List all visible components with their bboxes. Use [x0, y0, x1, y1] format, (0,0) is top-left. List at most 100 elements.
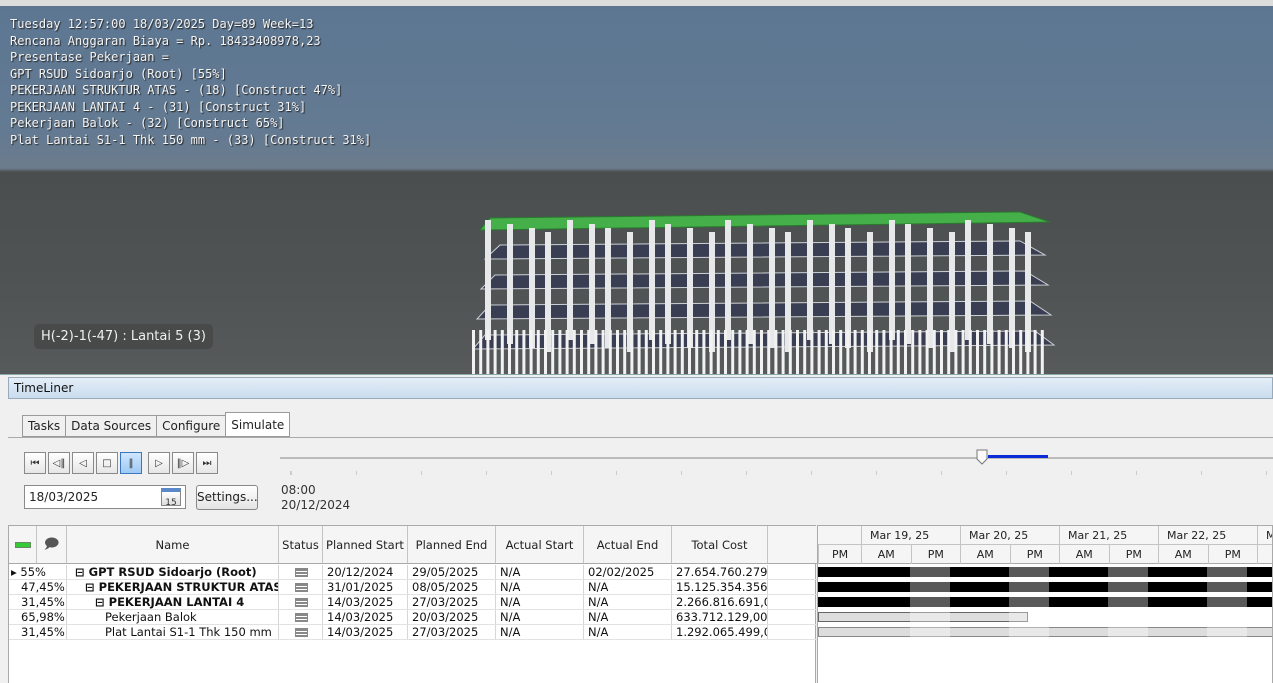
progress-column-header[interactable] — [9, 526, 37, 563]
pile — [688, 330, 691, 374]
actual-end-header[interactable]: Actual End — [584, 526, 672, 563]
play-reverse-button[interactable]: ◁ — [72, 452, 94, 474]
element-tooltip: H(-2)-1(-47) : Lantai 5 (3) — [34, 324, 213, 349]
pile — [673, 330, 677, 374]
planned-start-header[interactable]: Planned Start — [323, 526, 408, 563]
stop-button[interactable]: □ — [96, 452, 118, 474]
actual-start-header[interactable]: Actual Start — [496, 526, 584, 563]
step-forward-button[interactable]: ‖▷ — [172, 452, 194, 474]
row-actual-start: N/A — [496, 610, 584, 624]
pile — [594, 330, 598, 374]
row-total-cost: 633.712.129,00 — [672, 610, 768, 624]
gantt-halfday-label: PM — [910, 545, 961, 564]
grid-header: 🗩 Name Status Planned Start Planned End Actua… — [9, 526, 817, 564]
pile — [709, 330, 713, 374]
rewind-to-start-button[interactable]: ⏮ — [24, 452, 46, 474]
row-actual-end: N/A — [584, 610, 672, 624]
pile — [529, 330, 533, 374]
gantt-bar[interactable] — [818, 627, 1272, 637]
table-row[interactable]: 31,45% ⊟ PEKERJAAN LANTAI 4 14/03/2025 27/0… — [9, 595, 817, 610]
tab-data-sources[interactable]: Data Sources — [65, 415, 157, 437]
row-name[interactable]: ⊟ PEKERJAAN LANTAI 4 — [67, 595, 279, 609]
pile — [1012, 330, 1015, 374]
pile — [817, 330, 821, 374]
3d-viewport[interactable]: Tuesday 12:57:00 18/03/2025 Day=89 Week=… — [0, 0, 1273, 374]
pile — [752, 330, 756, 374]
tab-tasks[interactable]: Tasks — [22, 415, 66, 437]
row-actual-end: N/A — [584, 595, 672, 609]
planned-end-header[interactable]: Planned End — [408, 526, 496, 563]
row-name[interactable]: Plat Lantai S1-1 Thk 150 mm — [67, 625, 279, 639]
row-planned-start: 14/03/2025 — [323, 610, 408, 624]
pile — [738, 330, 742, 374]
pile — [716, 330, 720, 374]
tab-configure[interactable]: Configure — [156, 415, 226, 437]
start-time-label: 08:00 20/12/2024 — [281, 483, 350, 513]
table-row[interactable]: 31,45% Plat Lantai S1-1 Thk 150 mm 14/03/2… — [9, 625, 817, 640]
row-actual-start: N/A — [496, 565, 584, 579]
gantt-halfday-label: AM — [861, 545, 911, 564]
name-column-header[interactable]: Name — [67, 526, 279, 563]
status-icon — [295, 568, 308, 577]
play-button[interactable]: ▷ — [148, 452, 170, 474]
pile — [918, 330, 922, 374]
row-total-cost: 2.266.816.691,0 — [672, 595, 768, 609]
row-progress: 65,98% — [9, 610, 67, 624]
forward-to-end-button[interactable]: ⏭ — [196, 452, 218, 474]
row-planned-end: 08/05/2025 — [408, 580, 496, 594]
start-date: 20/12/2024 — [281, 498, 351, 512]
status-column-header[interactable]: Status — [279, 526, 323, 563]
pile — [896, 330, 900, 374]
row-progress: ▸ 55% — [9, 565, 67, 579]
timeline-slider-thumb-icon[interactable] — [976, 449, 988, 465]
settings-button[interactable]: Settings... — [196, 485, 258, 510]
overlay-line: PEKERJAAN STRUKTUR ATAS - (18) [Construc… — [10, 83, 343, 97]
gantt-date-header: Mar 19, 25 Mar 20, 25 Mar 21, 25 Mar 22, 25… — [818, 526, 1272, 545]
table-row[interactable]: 47,45% ⊟ PEKERJAAN STRUKTUR ATAS 31/01/202… — [9, 580, 817, 595]
pile — [788, 330, 792, 374]
table-row[interactable]: 65,98% Pekerjaan Balok 14/03/2025 20/03/202… — [9, 610, 817, 625]
pile — [695, 330, 699, 374]
gantt-bar[interactable] — [818, 567, 1272, 577]
pile — [616, 330, 619, 374]
pile — [644, 330, 648, 374]
tab-simulate[interactable]: Simulate — [225, 412, 291, 437]
date-input[interactable]: 18/03/2025 15 — [24, 485, 186, 509]
pile — [853, 330, 857, 374]
row-planned-start: 20/12/2024 — [323, 565, 408, 579]
column — [747, 224, 753, 344]
row-name[interactable]: Pekerjaan Balok — [67, 610, 279, 624]
step-back-button[interactable]: ◁‖ — [48, 452, 70, 474]
pile — [961, 330, 965, 374]
slider-ticks — [290, 471, 1270, 475]
column — [807, 220, 813, 340]
gantt-bar[interactable] — [818, 597, 1272, 607]
pile — [745, 330, 749, 374]
status-icon — [295, 628, 308, 637]
column — [965, 220, 971, 340]
gantt-bar[interactable] — [818, 582, 1272, 592]
gantt-halfday-label: PM — [1009, 545, 1060, 564]
pile — [508, 330, 511, 374]
progress-icon — [14, 541, 31, 548]
pause-button[interactable]: ‖ — [120, 452, 142, 474]
row-name[interactable]: ⊟ PEKERJAAN STRUKTUR ATAS — [67, 580, 279, 594]
table-row[interactable]: ▸ 55% ⊟ GPT RSUD Sidoarjo (Root) 20/12/202… — [9, 565, 817, 580]
pile — [832, 330, 835, 374]
calendar-icon[interactable]: 15 — [161, 488, 181, 508]
total-cost-header[interactable]: Total Cost — [672, 526, 768, 563]
gantt-bar[interactable] — [818, 612, 1028, 622]
pile — [500, 330, 504, 374]
comments-column-header[interactable]: 🗩 — [37, 526, 67, 563]
row-status — [279, 565, 323, 579]
pile — [940, 330, 943, 374]
gantt-halfday-label: PM — [1207, 545, 1258, 564]
status-icon — [295, 598, 308, 607]
timeline-slider-track[interactable] — [280, 457, 1273, 459]
top-toolbar-strip — [0, 0, 1273, 6]
pile — [767, 330, 771, 374]
overlay-line: Plat Lantai S1-1 Thk 150 mm - (33) [Cons… — [10, 132, 372, 147]
row-name[interactable]: ⊟ GPT RSUD Sidoarjo (Root) — [67, 565, 279, 579]
floor-slab — [479, 270, 1050, 290]
column — [665, 224, 671, 344]
